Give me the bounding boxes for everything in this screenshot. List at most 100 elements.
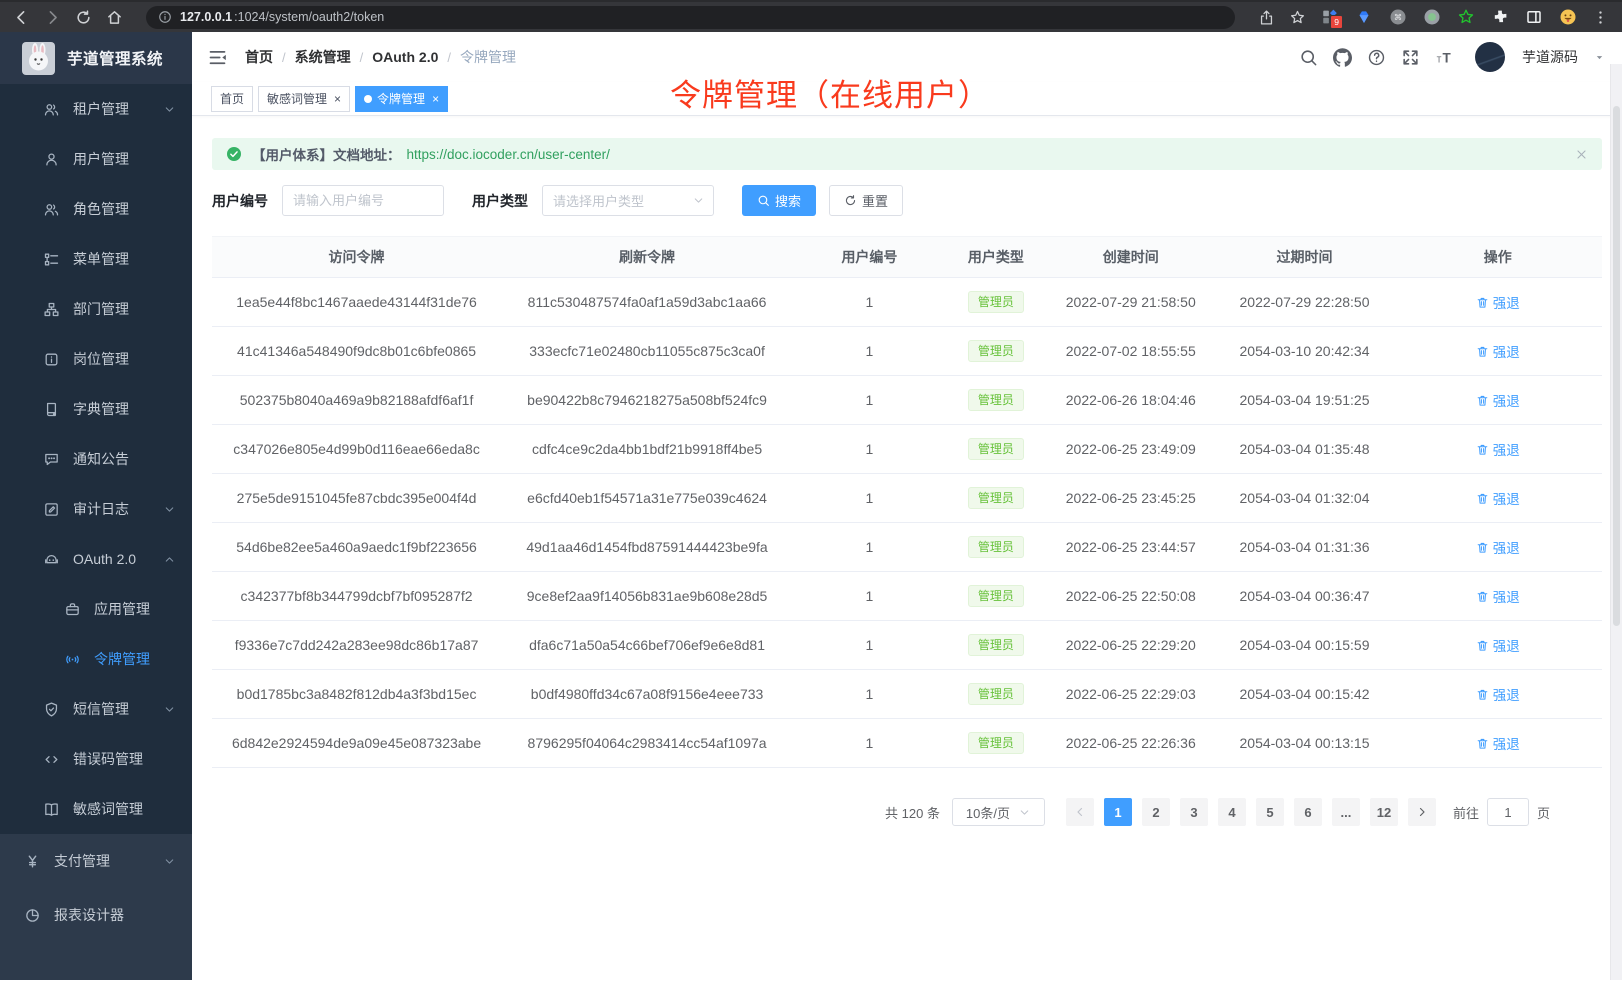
cell-expires: 2054-03-04 19:51:25 (1216, 376, 1394, 424)
sidebar-item-6[interactable]: 字典管理 (0, 384, 192, 434)
page-scrollbar[interactable] (1610, 64, 1622, 980)
tab-close-icon[interactable]: × (432, 93, 439, 105)
force-logout-label: 强退 (1493, 635, 1520, 655)
page-button-1[interactable]: 1 (1104, 798, 1132, 826)
sidebar-item-10[interactable]: 应用管理 (0, 584, 192, 634)
browser-forward-icon[interactable] (44, 9, 61, 26)
force-logout-button[interactable]: 强退 (1476, 439, 1520, 459)
search-icon[interactable] (1299, 48, 1318, 67)
page-button-3[interactable]: 3 (1180, 798, 1208, 826)
sidebar-item-9[interactable]: OAuth 2.0 (0, 534, 192, 584)
sidebar-item-12[interactable]: 短信管理 (0, 684, 192, 734)
sidebar-item-8[interactable]: 审计日志 (0, 484, 192, 534)
sidebar-item-4[interactable]: 部门管理 (0, 284, 192, 334)
cell-refresh: 811c530487574fa0af1a59d3abc1aa66 (501, 278, 793, 326)
browser-address-bar[interactable]: 127.0.0.1 :1024/system/oauth2/token (146, 6, 1235, 29)
force-logout-button[interactable]: 强退 (1476, 684, 1520, 704)
user-name[interactable]: 芋道源码 (1522, 47, 1578, 67)
page-ellipsis-button[interactable]: ... (1332, 798, 1360, 826)
sidebar-item-label: 敏感词管理 (73, 799, 143, 819)
sidebar-item-2[interactable]: 角色管理 (0, 184, 192, 234)
sidebar-collapse-icon[interactable] (207, 47, 228, 68)
cell-refresh: 333ecfc71e02480cb11055c875c3ca0f (501, 327, 793, 375)
scrollbar-thumb[interactable] (1613, 106, 1620, 626)
extension-green-star-icon[interactable] (1457, 8, 1475, 26)
user-id-input[interactable] (282, 185, 444, 216)
extension-command-icon[interactable]: ⌘ (1389, 8, 1407, 26)
sidebar-item-13[interactable]: 错误码管理 (0, 734, 192, 784)
svg-text:T: T (1443, 50, 1452, 65)
breadcrumb-item-1[interactable]: 系统管理 (295, 47, 351, 67)
page-button-4[interactable]: 4 (1218, 798, 1246, 826)
tab-1[interactable]: 敏感词管理× (258, 86, 350, 112)
page-button-5[interactable]: 5 (1256, 798, 1284, 826)
page-button-6[interactable]: 6 (1294, 798, 1322, 826)
bookmark-star-icon[interactable] (1289, 9, 1306, 26)
page-button-2[interactable]: 2 (1142, 798, 1170, 826)
refresh-icon (844, 194, 857, 207)
tab-0[interactable]: 首页 (211, 86, 253, 112)
browser-menu-icon[interactable] (1592, 9, 1609, 26)
force-logout-button[interactable]: 强退 (1476, 635, 1520, 655)
tab-close-icon[interactable]: × (334, 93, 341, 105)
chevron-up-icon (163, 553, 176, 566)
user-avatar[interactable] (1475, 42, 1505, 72)
app-logo-header[interactable]: 芋道管理系统 (0, 32, 192, 84)
github-icon[interactable] (1333, 48, 1352, 67)
doc-link[interactable]: https://doc.iocoder.cn/user-center/ (407, 147, 610, 162)
force-logout-button[interactable]: 强退 (1476, 537, 1520, 557)
sidebar-item-11[interactable]: 令牌管理 (0, 634, 192, 684)
tab-2[interactable]: 令牌管理× (355, 86, 448, 112)
user-type-filter: 用户类型 请选择用户类型 (472, 185, 714, 216)
user-type-badge: 管理员 (968, 487, 1024, 509)
font-size-icon[interactable]: TT (1435, 48, 1454, 67)
site-info-icon[interactable] (158, 10, 172, 24)
sidebar-item-5[interactable]: 岗位管理 (0, 334, 192, 384)
profile-avatar-icon[interactable] (1559, 8, 1577, 26)
browser-home-icon[interactable] (106, 9, 123, 26)
force-logout-button[interactable]: 强退 (1476, 488, 1520, 508)
sidebar-item-15[interactable]: 支付管理 (0, 834, 192, 888)
sidebar-item-7[interactable]: 通知公告 (0, 434, 192, 484)
breadcrumb-item-0[interactable]: 首页 (245, 47, 273, 67)
sidebar-item-3[interactable]: 菜单管理 (0, 234, 192, 284)
extension-grid-icon[interactable]: 9 (1321, 8, 1339, 26)
force-logout-button[interactable]: 强退 (1476, 341, 1520, 361)
force-logout-button[interactable]: 强退 (1476, 390, 1520, 410)
search-button[interactable]: 搜索 (742, 185, 816, 216)
extensions-puzzle-icon[interactable] (1491, 8, 1509, 26)
page-button-12[interactable]: 12 (1370, 798, 1398, 826)
cell-access: 502375b8040a469a9b82188afdf6af1f (212, 376, 501, 424)
jump-page-input[interactable] (1487, 798, 1529, 826)
user-type-badge: 管理员 (968, 585, 1024, 607)
reset-button[interactable]: 重置 (829, 185, 903, 216)
next-page-button[interactable] (1408, 798, 1436, 826)
sidebar-item-0[interactable]: 租户管理 (0, 84, 192, 134)
prev-page-button[interactable] (1066, 798, 1094, 826)
cell-user_id: 1 (793, 278, 946, 326)
breadcrumb-item-2[interactable]: OAuth 2.0 (372, 49, 438, 65)
force-logout-button[interactable]: 强退 (1476, 292, 1520, 312)
force-logout-button[interactable]: 强退 (1476, 733, 1520, 753)
help-icon[interactable] (1367, 48, 1386, 67)
alert-close-icon[interactable] (1575, 148, 1588, 161)
cell-created: 2022-06-25 23:49:09 (1046, 425, 1216, 473)
extension-gem-icon[interactable] (1355, 8, 1373, 26)
user-type-select[interactable]: 请选择用户类型 (542, 185, 714, 216)
force-logout-label: 强退 (1493, 586, 1520, 606)
sidebar-item-1[interactable]: 用户管理 (0, 134, 192, 184)
browser-reload-icon[interactable] (75, 9, 92, 26)
extension-record-icon[interactable] (1423, 8, 1441, 26)
sidebar-item-14[interactable]: 敏感词管理 (0, 784, 192, 834)
browser-back-icon[interactable] (13, 9, 30, 26)
share-icon[interactable] (1258, 9, 1275, 26)
user-type-badge: 管理员 (968, 683, 1024, 705)
table-row-5: 54d6be82ee5a460a9aedc1f9bf22365649d1aa46… (212, 523, 1602, 572)
page-size-select[interactable]: 10条/页 (952, 798, 1045, 826)
side-panel-icon[interactable] (1525, 8, 1543, 26)
force-logout-button[interactable]: 强退 (1476, 586, 1520, 606)
user-type-badge: 管理员 (968, 291, 1024, 313)
sidebar-item-16[interactable]: 报表设计器 (0, 888, 192, 942)
user-caret-down-icon[interactable] (1593, 51, 1606, 64)
fullscreen-icon[interactable] (1401, 48, 1420, 67)
